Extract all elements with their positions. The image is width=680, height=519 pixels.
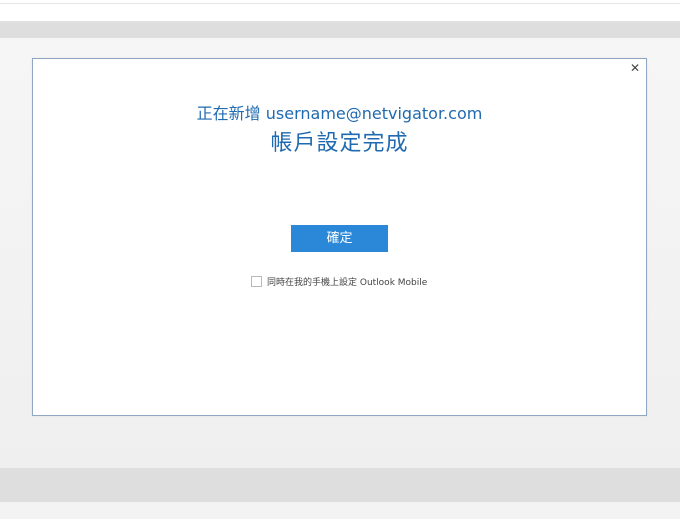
- top-bar-divider: [0, 3, 680, 4]
- header-band: [0, 22, 680, 38]
- top-bar: [0, 0, 680, 22]
- close-icon[interactable]: ✕: [627, 60, 643, 76]
- dialog-title: 帳戶設定完成: [270, 131, 409, 156]
- footer-band: [0, 468, 680, 502]
- adding-account-subtitle: 正在新增 username@netvigator.com: [196, 104, 483, 123]
- outlook-mobile-label: 同時在我的手機上設定 Outlook Mobile: [267, 277, 428, 288]
- ok-button[interactable]: 確定: [291, 225, 388, 252]
- account-setup-dialog: ✕ 正在新增 username@netvigator.com 帳戶設定完成 確定…: [32, 58, 647, 416]
- outlook-mobile-checkbox[interactable]: [251, 275, 262, 287]
- outlook-mobile-option[interactable]: 同時在我的手機上設定 Outlook Mobile: [251, 274, 427, 288]
- footer: [0, 502, 680, 519]
- screen: ✕ 正在新增 username@netvigator.com 帳戶設定完成 確定…: [0, 0, 680, 519]
